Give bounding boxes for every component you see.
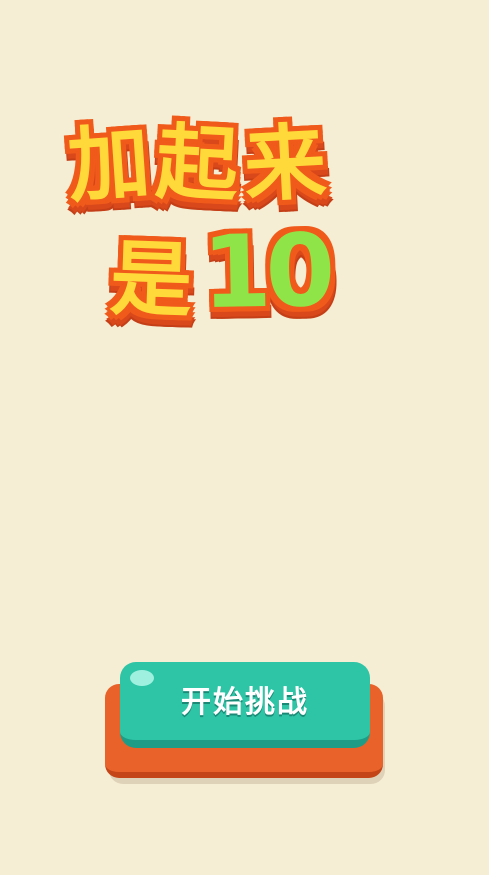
game-title-logo: 加 起 来 是 10: [60, 114, 420, 338]
title-line-2: 是 10: [108, 211, 331, 332]
button-shine: [130, 670, 154, 686]
title-number-ten: 10: [200, 211, 331, 332]
game-start-screen: 加 起 来 是 10 开始挑战: [0, 0, 489, 875]
start-button-label: 开始挑战: [181, 685, 309, 720]
title-line-1: 加 起 来: [64, 114, 329, 215]
button-face[interactable]: 开始挑战: [120, 662, 370, 748]
title-char-qi: 起: [153, 114, 241, 215]
start-challenge-button[interactable]: 开始挑战: [105, 660, 385, 788]
title-char-jia: 加: [64, 114, 154, 215]
title-char-shi: 是: [108, 231, 194, 330]
title-char-lai: 来: [241, 114, 329, 215]
